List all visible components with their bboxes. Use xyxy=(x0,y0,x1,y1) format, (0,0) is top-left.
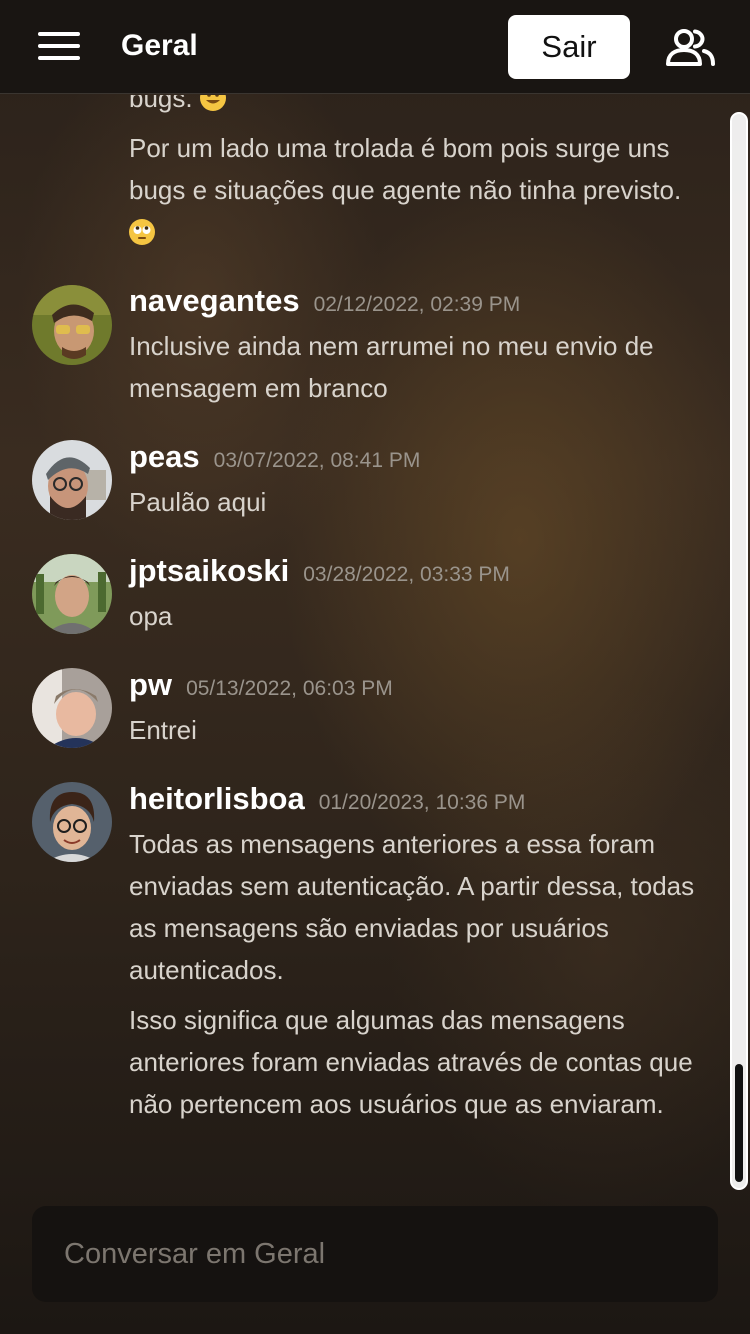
message-text: Paulão aqui xyxy=(129,487,267,517)
username[interactable]: heitorlisboa xyxy=(129,781,305,816)
scrollbar-thumb[interactable] xyxy=(735,1064,743,1182)
timestamp: 02/12/2022, 02:39 PM xyxy=(313,293,521,316)
message-header: pw 05/13/2022, 06:03 PM xyxy=(129,665,393,709)
message-text-partial: bugs. xyxy=(129,95,699,119)
message-header: peas 03/07/2022, 08:41 PM xyxy=(129,437,420,481)
channel-title: Geral xyxy=(121,29,198,62)
username[interactable]: jptsaikoski xyxy=(129,553,289,588)
avatar[interactable] xyxy=(32,782,112,862)
message-input[interactable]: Conversar em Geral xyxy=(32,1206,718,1302)
username[interactable]: peas xyxy=(129,439,200,474)
users-icon[interactable] xyxy=(664,28,716,68)
scrollbar-track[interactable] xyxy=(730,112,748,1190)
logout-button[interactable]: Sair xyxy=(508,15,630,79)
message-text: Entrei xyxy=(129,715,197,745)
top-bar: Geral Sair xyxy=(0,0,750,94)
hamburger-menu-icon[interactable] xyxy=(38,30,82,64)
message-header: navegantes 02/12/2022, 02:39 PM xyxy=(129,281,520,325)
grinning-emoji-icon xyxy=(199,95,226,111)
avatar[interactable] xyxy=(32,554,112,634)
avatar[interactable] xyxy=(32,668,112,748)
avatar[interactable] xyxy=(32,285,112,365)
timestamp: 03/07/2022, 08:41 PM xyxy=(213,449,421,472)
message-text: opa xyxy=(129,601,173,631)
timestamp: 01/20/2023, 10:36 PM xyxy=(318,791,526,814)
timestamp: 05/13/2022, 06:03 PM xyxy=(186,677,393,700)
username[interactable]: pw xyxy=(129,667,172,702)
timestamp: 03/28/2022, 03:33 PM xyxy=(303,563,510,586)
message-text: Inclusive ainda nem arrumei no meu envio… xyxy=(129,331,654,403)
message-list[interactable]: bugs. Por um lado uma trolada é bom pois… xyxy=(0,95,728,1195)
message-header: jptsaikoski 03/28/2022, 03:33 PM xyxy=(129,551,510,595)
username[interactable]: navegantes xyxy=(129,283,300,318)
avatar[interactable] xyxy=(32,440,112,520)
message-text: Isso significa que algumas das mensagens… xyxy=(129,1005,693,1119)
message-text: Por um lado uma trolada é bom pois surge… xyxy=(129,127,699,253)
eye-roll-emoji-icon xyxy=(129,219,155,245)
message-text: Todas as mensagens anteriores a essa for… xyxy=(129,829,695,985)
message-header: heitorlisboa 01/20/2023, 10:36 PM xyxy=(129,779,525,823)
